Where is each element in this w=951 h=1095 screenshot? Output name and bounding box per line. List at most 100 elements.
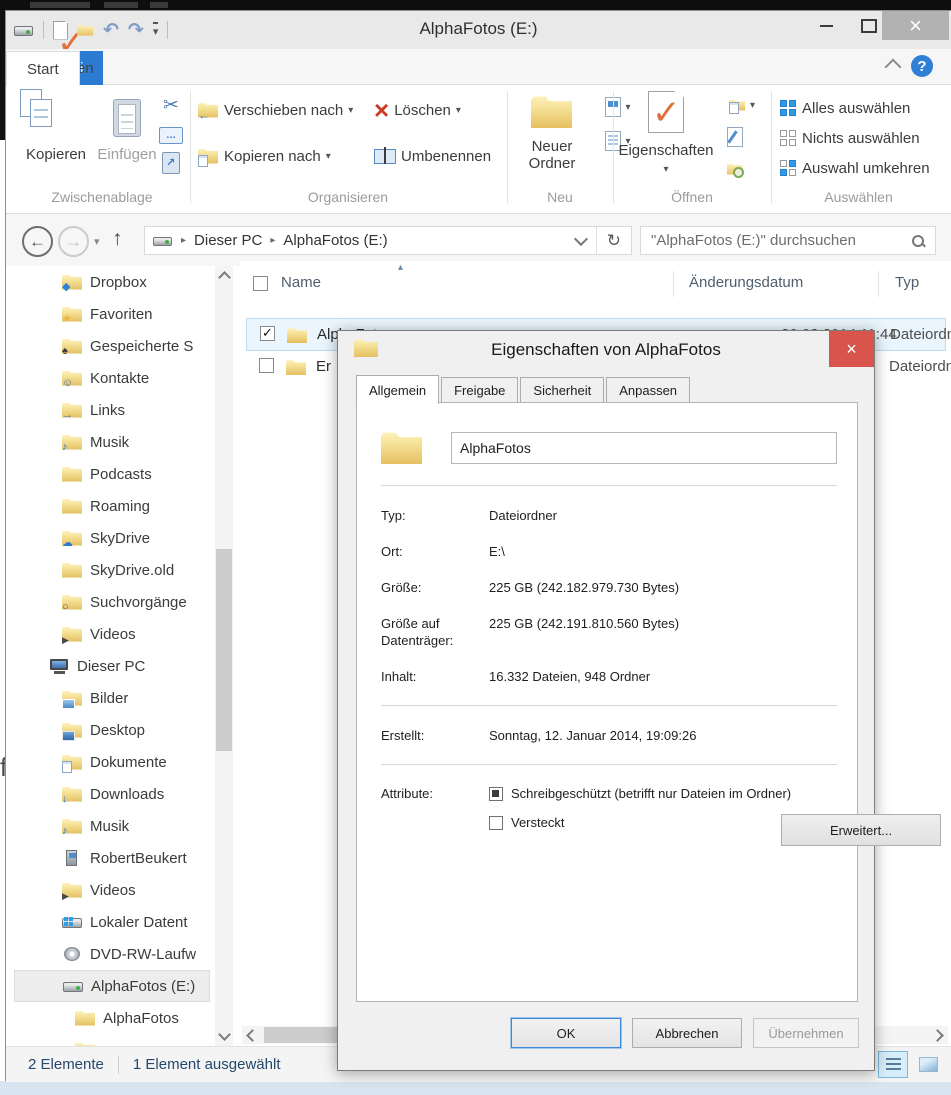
sidebar-item-icon — [62, 370, 83, 387]
sidebar-item[interactable]: Links — [14, 394, 210, 426]
up-icon[interactable]: ↑ — [112, 227, 123, 251]
breadcrumb-separator-icon: ▸ — [262, 235, 283, 246]
open-button[interactable]: ▾ — [722, 93, 762, 117]
sidebar-scrollbar[interactable] — [215, 266, 233, 1046]
column-divider[interactable] — [673, 271, 674, 297]
row-checkbox[interactable]: ✓ — [260, 326, 275, 341]
select-all-checkbox[interactable] — [253, 276, 268, 291]
invert-selection-button[interactable]: Auswahl umkehren — [780, 155, 930, 181]
dialog-tab[interactable]: Anpassen — [606, 377, 690, 403]
sidebar-item-icon — [49, 658, 70, 675]
column-divider[interactable] — [878, 271, 879, 297]
scroll-left-icon[interactable] — [246, 1029, 259, 1042]
sidebar-item[interactable]: Dokumente — [14, 746, 210, 778]
dialog-tab[interactable]: Sicherheit — [520, 377, 604, 403]
details-view-button[interactable] — [878, 1051, 908, 1078]
scroll-down-icon[interactable] — [218, 1028, 231, 1041]
sidebar-item[interactable]: AlphaFotos — [14, 1002, 210, 1034]
sidebar-item[interactable]: Suchvorgänge — [14, 586, 210, 618]
breadcrumb-alphafotos[interactable]: AlphaFotos (E:) — [283, 232, 387, 249]
forward-button[interactable]: → — [58, 226, 89, 257]
readonly-checkbox[interactable] — [489, 787, 503, 801]
refresh-icon[interactable]: ↻ — [597, 231, 631, 251]
maximize-icon — [861, 19, 877, 33]
sidebar-item[interactable]: DVD-RW-Laufw — [14, 938, 210, 970]
sidebar-item[interactable]: Bilder — [14, 682, 210, 714]
edit-button[interactable] — [722, 125, 748, 149]
dialog-titlebar[interactable]: Eigenschaften von AlphaFotos × — [338, 331, 874, 369]
recent-locations-icon[interactable]: ▾ — [94, 235, 100, 248]
column-header-name[interactable]: Name — [281, 274, 321, 291]
sidebar-item-label: Links — [90, 402, 125, 419]
group-label-new: Neu — [507, 189, 613, 205]
apply-button[interactable]: Übernehmen — [753, 1018, 859, 1048]
back-button[interactable]: ← — [22, 226, 53, 257]
new-folder-icon — [531, 95, 573, 129]
rename-button[interactable]: Umbenennen — [374, 143, 491, 169]
sidebar-item[interactable]: Podcasts — [14, 458, 210, 490]
scroll-up-icon[interactable] — [218, 271, 231, 284]
copy-button[interactable]: Kopieren — [20, 89, 92, 185]
sidebar-item[interactable]: Musik — [14, 810, 210, 842]
breadcrumb-dieser-pc[interactable]: Dieser PC — [194, 232, 262, 249]
select-all-button[interactable]: Alles auswählen — [780, 95, 910, 121]
minimize-button[interactable] — [806, 11, 846, 40]
thumbnail-view-icon — [919, 1057, 938, 1072]
sidebar-item[interactable]: RobertBeukert — [14, 842, 210, 874]
dialog-tab[interactable]: Allgemein — [356, 375, 439, 404]
hidden-checkbox[interactable] — [489, 816, 503, 830]
select-none-button[interactable]: Nichts auswählen — [780, 125, 920, 151]
sidebar-item[interactable]: Dieser PC — [14, 650, 210, 682]
search-input[interactable]: "AlphaFotos (E:)" durchsuchen — [640, 226, 936, 255]
copy-to-button[interactable]: Kopieren nach ▾ — [198, 143, 331, 169]
sidebar-item[interactable]: AlphaFotos (E:) — [14, 970, 210, 1002]
sidebar-item[interactable]: Desktop — [14, 714, 210, 746]
sidebar-item-label: Videos — [90, 882, 136, 899]
column-header-type[interactable]: Typ — [895, 274, 919, 291]
cut-button[interactable]: ✂ — [158, 93, 184, 117]
sidebar-item[interactable]: Videos — [14, 618, 210, 650]
address-dropdown-icon[interactable] — [574, 232, 588, 246]
sidebar-item[interactable] — [14, 1034, 210, 1046]
thumbnail-view-button[interactable] — [913, 1051, 943, 1078]
advanced-button[interactable]: Erweitert... — [781, 814, 941, 846]
history-button[interactable] — [722, 157, 748, 181]
move-to-button[interactable]: Verschieben nach ▾ — [198, 97, 353, 123]
properties-button[interactable]: Eigenschaften ▾ — [618, 89, 714, 185]
sidebar-item[interactable]: Kontakte — [14, 362, 210, 394]
sidebar-item[interactable]: Gespeicherte S — [14, 330, 210, 362]
search-icon[interactable] — [911, 234, 925, 248]
dialog-tab[interactable]: Freigabe — [441, 377, 518, 403]
sidebar-item[interactable]: Favoriten — [14, 298, 210, 330]
column-header-date[interactable]: Änderungsdatum — [689, 274, 803, 291]
titlebar[interactable]: ↶ ↷ ▾ AlphaFotos (E:) × — [6, 11, 951, 49]
ribbon-tab[interactable]: Start — [6, 51, 80, 86]
sidebar-item-label: Videos — [90, 626, 136, 643]
row-checkbox[interactable] — [259, 358, 274, 373]
paste-shortcut-button[interactable] — [158, 151, 184, 175]
sidebar-item[interactable]: Videos — [14, 874, 210, 906]
sidebar-item[interactable]: Dropbox — [14, 266, 210, 298]
scroll-right-icon[interactable] — [931, 1029, 944, 1042]
dialog-close-button[interactable]: × — [829, 331, 874, 367]
sidebar-item[interactable]: Lokaler Datent — [14, 906, 210, 938]
ok-button[interactable]: OK — [511, 1018, 621, 1048]
close-button[interactable]: × — [882, 11, 949, 40]
copy-path-button[interactable]: … — [158, 123, 184, 147]
cancel-button[interactable]: Abbrechen — [632, 1018, 742, 1048]
delete-icon: × — [374, 99, 389, 121]
sidebar-item[interactable]: SkyDrive — [14, 522, 210, 554]
sidebar-item[interactable]: Musik — [14, 426, 210, 458]
scrollbar-thumb[interactable] — [216, 549, 232, 751]
sidebar-item[interactable]: Roaming — [14, 490, 210, 522]
sidebar-item[interactable]: SkyDrive.old — [14, 554, 210, 586]
sidebar-item[interactable]: Downloads — [14, 778, 210, 810]
help-button[interactable]: ? — [911, 55, 933, 77]
sidebar-item-label: Bilder — [90, 690, 128, 707]
address-bar[interactable]: ▸ Dieser PC ▸ AlphaFotos (E:) ↻ — [144, 226, 632, 255]
paste-button[interactable]: Einfügen — [94, 89, 160, 185]
new-folder-button[interactable]: Neuer Ordner — [513, 89, 591, 185]
folder-name-input[interactable] — [451, 432, 837, 464]
collapse-ribbon-icon[interactable] — [885, 59, 902, 76]
delete-button[interactable]: × Löschen ▾ — [374, 97, 461, 123]
